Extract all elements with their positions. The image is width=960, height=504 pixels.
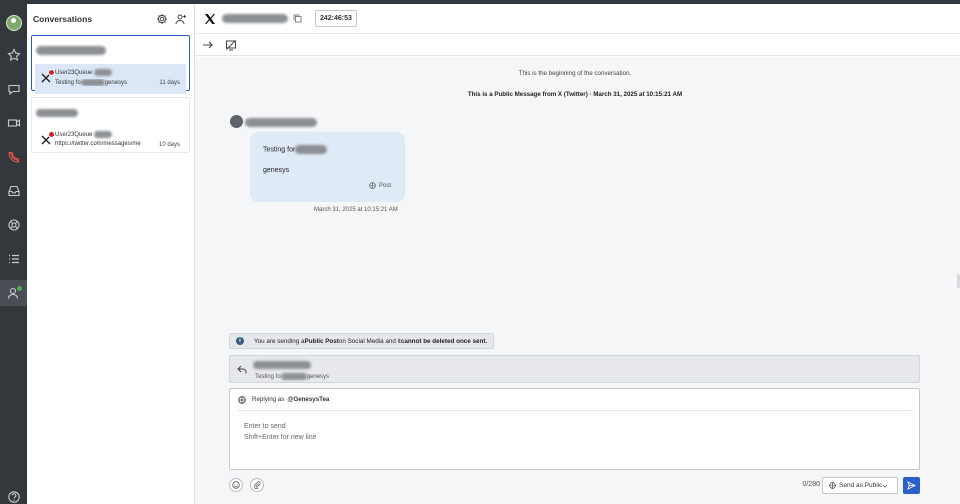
conversation-time: 11 days — [159, 80, 180, 86]
sender-avatar — [230, 115, 243, 128]
screen-share-off-icon[interactable] — [225, 39, 237, 51]
question-icon — [7, 491, 20, 503]
public-post-warning: i You are sending a Public Post on Socia… — [229, 333, 495, 349]
paperclip-icon — [253, 481, 261, 489]
unread-alert-dot — [48, 69, 55, 76]
nav-rail — [0, 4, 27, 504]
conversations-header: Conversations — [27, 4, 194, 34]
emoji-button[interactable] — [229, 478, 243, 492]
conversations-panel: Conversations User23Queue Testing fo gene… — [27, 4, 195, 504]
globe-icon — [829, 482, 836, 489]
replying-as-line: Replying as @GenesysTea — [238, 389, 911, 411]
help-question-nav[interactable] — [0, 484, 27, 504]
inbox-nav[interactable] — [0, 178, 27, 204]
info-icon: i — [236, 337, 244, 345]
list-icon — [8, 254, 19, 264]
conversation-user: User23Queue — [55, 126, 186, 138]
favorites-nav[interactable] — [0, 42, 27, 68]
post-tag: Post — [369, 182, 391, 189]
conversation-row[interactable]: User23Queue Testing fo genesys 11 days — [35, 64, 186, 94]
sender-name-redacted — [245, 118, 317, 127]
message-bubble: Testing for genesys Post — [250, 132, 405, 202]
quoted-message: Testing fo genesys — [255, 373, 330, 381]
conversation-toolbar — [195, 34, 960, 56]
video-icon — [7, 119, 20, 127]
chevron-down-icon — [882, 484, 888, 488]
chat-nav[interactable] — [0, 76, 27, 102]
add-user-icon — [175, 14, 186, 25]
conversation-user: User23Queue — [55, 64, 186, 76]
send-button[interactable] — [903, 477, 920, 494]
composer-actions: 0/280 Send as Public — [229, 476, 920, 494]
conversation-preview: Testing fo genesys — [55, 79, 128, 87]
help-nav[interactable] — [0, 212, 27, 238]
message-text-line2: genesys — [263, 167, 290, 174]
conversation-main: 242:46:53 This is the beginning of the c… — [195, 4, 960, 504]
message-text-line1: Testing for — [263, 145, 328, 154]
phone-nav[interactable] — [0, 144, 27, 170]
conversation-preview: https://twitter.com/messages/me — [55, 141, 141, 148]
message-thread: This is the beginning of the conversatio… — [195, 57, 960, 327]
conversation-card[interactable]: User23Queue https://twitter.com/messages… — [31, 97, 190, 153]
conversation-start-notice: This is the beginning of the conversatio… — [518, 70, 632, 77]
avatar-icon — [5, 15, 22, 31]
user-avatar[interactable] — [0, 10, 27, 36]
send-icon — [907, 481, 916, 490]
reply-quote: Testing fo genesys — [229, 355, 920, 383]
online-status-dot — [17, 286, 22, 291]
lifebuoy-icon — [7, 219, 20, 231]
attach-button[interactable] — [250, 478, 264, 492]
x-logo-icon — [205, 13, 215, 24]
phone-off-icon — [7, 151, 19, 163]
list-nav[interactable] — [0, 246, 27, 272]
conversation-name-redacted — [36, 42, 189, 60]
settings-button[interactable] — [155, 12, 169, 26]
reply-icon — [237, 365, 247, 374]
chat-bubble-icon — [7, 84, 20, 96]
conversation-name-redacted — [36, 104, 189, 122]
smiley-icon — [232, 481, 240, 489]
conversation-card[interactable]: User23Queue Testing fo genesys 11 days — [31, 35, 190, 94]
message-timestamp: March 31, 2025 at 10:15:21 AM — [314, 207, 398, 213]
send-as-dropdown[interactable]: Send as Public — [822, 477, 898, 494]
contact-name-redacted — [222, 14, 288, 23]
conversations-title: Conversations — [33, 14, 93, 24]
conversation-row[interactable]: User23Queue https://twitter.com/messages… — [35, 126, 186, 156]
globe-icon — [238, 395, 246, 404]
agent-status-nav[interactable] — [0, 280, 27, 306]
quoted-sender-redacted — [253, 361, 311, 369]
conversation-header: 242:46:53 — [195, 4, 960, 34]
unread-alert-dot — [48, 131, 55, 138]
character-counter: 0/280 — [802, 481, 820, 488]
editor-placeholder: Enter to send Shift+Enter for new line — [244, 423, 317, 441]
gear-icon — [157, 14, 167, 24]
transfer-arrow-icon[interactable] — [202, 39, 214, 51]
video-nav[interactable] — [0, 110, 27, 136]
globe-icon — [369, 182, 376, 189]
add-participant-button[interactable] — [174, 12, 188, 26]
inbox-icon — [7, 185, 20, 197]
composer-area: i You are sending a Public Post on Socia… — [195, 327, 960, 504]
message-editor[interactable]: Replying as @GenesysTea Enter to send Shi… — [229, 388, 920, 470]
interaction-timer: 242:46:53 — [315, 10, 357, 27]
copy-icon[interactable] — [293, 14, 302, 23]
conversation-time: 10 days — [158, 142, 180, 148]
star-icon — [6, 48, 21, 62]
public-message-notice: This is a Public Message from X (Twitter… — [467, 91, 683, 98]
